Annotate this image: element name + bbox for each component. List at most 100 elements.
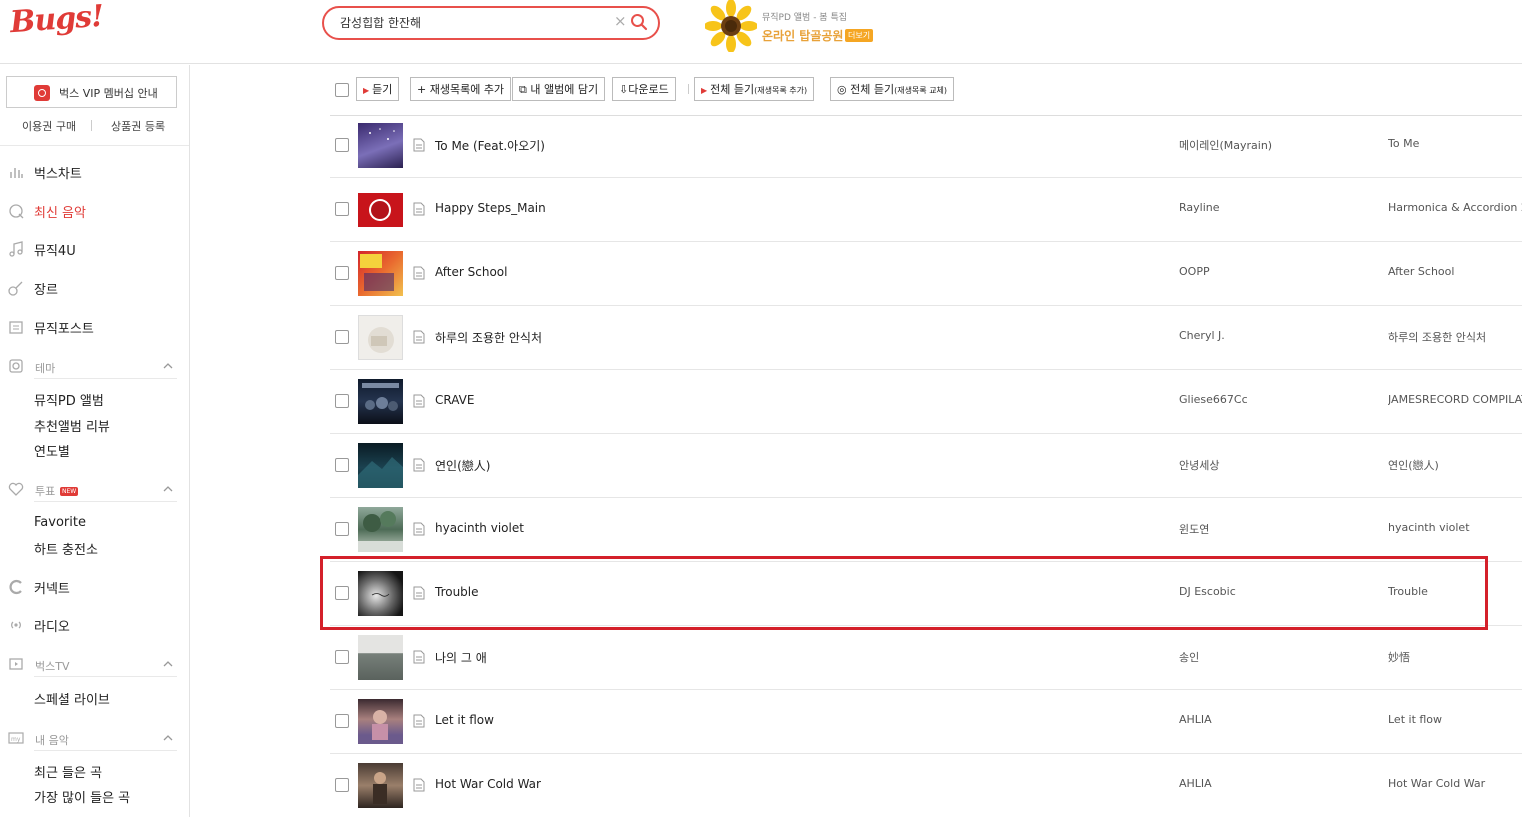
lyrics-icon[interactable]	[413, 650, 425, 664]
track-checkbox[interactable]	[335, 650, 349, 664]
track-album[interactable]: After School	[1388, 265, 1522, 278]
album-cover[interactable]	[358, 699, 403, 744]
track-row[interactable]: Let it flow AHLIA Let it flow	[330, 690, 1522, 754]
vip-membership-button[interactable]: 벅스 VIP 멤버십 안내	[6, 76, 177, 108]
track-title[interactable]: To Me (Feat.아오기)	[435, 137, 545, 154]
sidebar-item-musicpost[interactable]: 뮤직포스트	[0, 315, 189, 339]
chevron-up-icon[interactable]	[162, 732, 174, 744]
track-row[interactable]: 나의 그 애 송인 妙悟	[330, 626, 1522, 690]
album-cover[interactable]	[358, 763, 403, 808]
track-album[interactable]: To Me	[1388, 137, 1522, 150]
lyrics-icon[interactable]	[413, 330, 425, 344]
track-title[interactable]: Happy Steps_Main	[435, 201, 546, 215]
search-icon[interactable]	[630, 13, 648, 31]
lyrics-icon[interactable]	[413, 266, 425, 280]
track-row[interactable]: Hot War Cold War AHLIA Hot War Cold War	[330, 754, 1522, 817]
section-bugstv[interactable]: 벅스TV	[0, 656, 189, 677]
track-row[interactable]: CRAVE Gliese667Cc JAMESRECORD COMPILATI	[330, 370, 1522, 434]
track-checkbox[interactable]	[335, 778, 349, 792]
register-coupon-link[interactable]: 상품권 등록	[111, 118, 165, 134]
track-album[interactable]: hyacinth violet	[1388, 521, 1522, 534]
track-title[interactable]: Let it flow	[435, 713, 494, 727]
lyrics-icon[interactable]	[413, 522, 425, 536]
track-album[interactable]: Let it flow	[1388, 713, 1522, 726]
album-cover[interactable]	[358, 251, 403, 296]
sidebar-item-new-music[interactable]: 최신 음악	[0, 199, 189, 223]
section-theme[interactable]: 테마	[0, 358, 189, 379]
album-cover[interactable]	[358, 379, 403, 424]
play-all-replace-button[interactable]: ◎ 전체 듣기(재생목록 교체)	[830, 77, 955, 101]
track-artist[interactable]: 메이레인(Mayrain)	[1179, 137, 1272, 153]
sidebar-item-album-review[interactable]: 추천앨범 리뷰	[34, 416, 110, 435]
clear-icon[interactable]: ×	[614, 12, 627, 30]
search-box[interactable]: ×	[322, 6, 660, 40]
album-cover[interactable]	[358, 507, 403, 552]
track-album[interactable]: 妙悟	[1388, 649, 1522, 665]
sidebar-item-chart[interactable]: 벅스차트	[0, 160, 189, 184]
section-vote[interactable]: 투표 NEW	[0, 481, 189, 502]
lyrics-icon[interactable]	[413, 394, 425, 408]
track-row[interactable]: To Me (Feat.아오기) 메이레인(Mayrain) To Me	[330, 114, 1522, 178]
track-title[interactable]: After School	[435, 265, 507, 279]
sidebar-item-by-year[interactable]: 연도별	[34, 441, 70, 460]
track-artist[interactable]: 송인	[1179, 649, 1199, 665]
track-album[interactable]: Hot War Cold War	[1388, 777, 1522, 790]
sidebar-item-music4u[interactable]: 뮤직4U	[0, 237, 189, 261]
track-row[interactable]: After School OOPP After School	[330, 242, 1522, 306]
track-album[interactable]: 연인(戀人)	[1388, 457, 1522, 473]
sidebar-item-favorite[interactable]: Favorite	[34, 515, 86, 530]
sidebar-item-most-played[interactable]: 가장 많이 들은 곡	[34, 787, 130, 806]
section-mymusic[interactable]: my 내 음악	[0, 730, 189, 751]
track-row[interactable]: 연인(戀人) 안녕세상 연인(戀人)	[330, 434, 1522, 498]
bugs-logo[interactable]: Bugs!	[9, 0, 104, 40]
chevron-up-icon[interactable]	[162, 360, 174, 372]
album-cover[interactable]	[358, 123, 403, 168]
sidebar-item-special-live[interactable]: 스페셜 라이브	[34, 689, 110, 708]
track-row[interactable]: hyacinth violet 윈도연 hyacinth violet	[330, 498, 1522, 562]
track-title[interactable]: 나의 그 애	[435, 649, 487, 666]
track-checkbox[interactable]	[335, 202, 349, 216]
lyrics-icon[interactable]	[413, 778, 425, 792]
track-checkbox[interactable]	[335, 266, 349, 280]
purchase-link[interactable]: 이용권 구매	[22, 118, 76, 134]
track-checkbox[interactable]	[335, 522, 349, 536]
sidebar-item-radio[interactable]: 라디오	[0, 613, 189, 637]
track-row[interactable]: 하루의 조용한 안식처 Cheryl J. 하루의 조용한 안식처	[330, 306, 1522, 370]
track-title[interactable]: CRAVE	[435, 393, 474, 407]
lyrics-icon[interactable]	[413, 138, 425, 152]
track-title[interactable]: 연인(戀人)	[435, 457, 490, 474]
track-artist[interactable]: Gliese667Cc	[1179, 393, 1248, 406]
chevron-up-icon[interactable]	[162, 658, 174, 670]
play-all-add-button[interactable]: ▶ 전체 듣기(재생목록 추가)	[694, 77, 815, 101]
download-button[interactable]: ⇩다운로드	[612, 77, 676, 101]
track-row[interactable]: Happy Steps_Main Rayline Harmonica & Acc…	[330, 178, 1522, 242]
album-cover[interactable]	[358, 443, 403, 488]
sidebar-item-connect[interactable]: 커넥트	[0, 575, 189, 599]
track-title[interactable]: Hot War Cold War	[435, 777, 541, 791]
chevron-up-icon[interactable]	[162, 483, 174, 495]
sidebar-item-musicpd-album[interactable]: 뮤직PD 앨범	[34, 390, 104, 409]
track-artist[interactable]: AHLIA	[1179, 713, 1212, 726]
track-checkbox[interactable]	[335, 458, 349, 472]
track-checkbox[interactable]	[335, 394, 349, 408]
sidebar-item-genre[interactable]: 장르	[0, 276, 189, 300]
track-artist[interactable]: Cheryl J.	[1179, 329, 1225, 342]
lyrics-icon[interactable]	[413, 714, 425, 728]
track-title[interactable]: hyacinth violet	[435, 521, 524, 535]
track-artist[interactable]: 안녕세상	[1179, 457, 1219, 473]
promo-banner[interactable]: 뮤직PD 앨범 - 봄 특집 온라인 탑골공원 더보기	[705, 0, 885, 52]
track-checkbox[interactable]	[335, 138, 349, 152]
track-artist[interactable]: OOPP	[1179, 265, 1210, 278]
play-button[interactable]: ▶ 듣기	[356, 77, 400, 101]
album-cover[interactable]	[358, 187, 403, 232]
promo-more-button[interactable]: 더보기	[845, 29, 874, 42]
track-checkbox[interactable]	[335, 330, 349, 344]
track-album[interactable]: JAMESRECORD COMPILATI	[1388, 393, 1522, 406]
search-input[interactable]	[340, 15, 610, 29]
track-artist[interactable]: Rayline	[1179, 201, 1220, 214]
sidebar-item-heart-charge[interactable]: 하트 충전소	[34, 539, 98, 558]
album-cover[interactable]	[358, 315, 403, 360]
track-artist[interactable]: 윈도연	[1179, 521, 1209, 537]
select-all-checkbox[interactable]	[335, 83, 349, 97]
track-artist[interactable]: AHLIA	[1179, 777, 1212, 790]
